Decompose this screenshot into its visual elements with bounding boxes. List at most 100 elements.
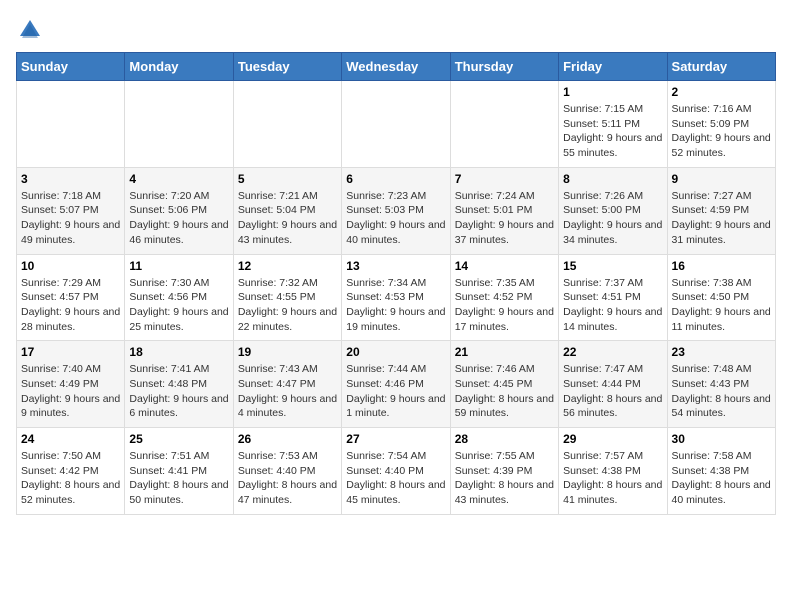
day-info: Sunrise: 7:40 AMSunset: 4:49 PMDaylight:… <box>21 362 120 421</box>
page-header <box>16 16 776 44</box>
day-of-week-header: Monday <box>125 53 233 81</box>
day-number: 23 <box>672 345 771 359</box>
day-of-week-header: Thursday <box>450 53 558 81</box>
day-info: Sunrise: 7:16 AMSunset: 5:09 PMDaylight:… <box>672 102 771 161</box>
calendar-cell: 6 Sunrise: 7:23 AMSunset: 5:03 PMDaylight… <box>342 167 450 254</box>
logo <box>16 16 48 44</box>
day-info: Sunrise: 7:38 AMSunset: 4:50 PMDaylight:… <box>672 276 771 335</box>
calendar-cell: 26 Sunrise: 7:53 AMSunset: 4:40 PMDayligh… <box>233 428 341 515</box>
day-info: Sunrise: 7:30 AMSunset: 4:56 PMDaylight:… <box>129 276 228 335</box>
day-number: 15 <box>563 259 662 273</box>
day-info: Sunrise: 7:47 AMSunset: 4:44 PMDaylight:… <box>563 362 662 421</box>
calendar-header-row: SundayMondayTuesdayWednesdayThursdayFrid… <box>17 53 776 81</box>
day-info: Sunrise: 7:23 AMSunset: 5:03 PMDaylight:… <box>346 189 445 248</box>
day-of-week-header: Tuesday <box>233 53 341 81</box>
calendar-cell: 29 Sunrise: 7:57 AMSunset: 4:38 PMDayligh… <box>559 428 667 515</box>
calendar-cell: 16Sunrise: 7:38 AMSunset: 4:50 PMDayligh… <box>667 254 775 341</box>
day-info: Sunrise: 7:21 AMSunset: 5:04 PMDaylight:… <box>238 189 337 248</box>
day-number: 29 <box>563 432 662 446</box>
calendar-week-row: 10Sunrise: 7:29 AMSunset: 4:57 PMDayligh… <box>17 254 776 341</box>
day-info: Sunrise: 7:15 AMSunset: 5:11 PMDaylight:… <box>563 102 662 161</box>
day-number: 11 <box>129 259 228 273</box>
day-of-week-header: Friday <box>559 53 667 81</box>
calendar-cell: 18Sunrise: 7:41 AMSunset: 4:48 PMDayligh… <box>125 341 233 428</box>
calendar-cell <box>125 81 233 168</box>
day-number: 13 <box>346 259 445 273</box>
calendar-cell: 24 Sunrise: 7:50 AMSunset: 4:42 PMDayligh… <box>17 428 125 515</box>
day-info: Sunrise: 7:54 AMSunset: 4:40 PMDaylight:… <box>346 449 445 508</box>
day-number: 4 <box>129 172 228 186</box>
calendar-cell: 13 Sunrise: 7:34 AMSunset: 4:53 PMDayligh… <box>342 254 450 341</box>
calendar-cell: 22 Sunrise: 7:47 AMSunset: 4:44 PMDayligh… <box>559 341 667 428</box>
calendar-week-row: 1 Sunrise: 7:15 AMSunset: 5:11 PMDaylight… <box>17 81 776 168</box>
day-info: Sunrise: 7:41 AMSunset: 4:48 PMDaylight:… <box>129 362 228 421</box>
day-info: Sunrise: 7:26 AMSunset: 5:00 PMDaylight:… <box>563 189 662 248</box>
calendar-cell <box>233 81 341 168</box>
day-number: 30 <box>672 432 771 446</box>
day-info: Sunrise: 7:53 AMSunset: 4:40 PMDaylight:… <box>238 449 337 508</box>
day-info: Sunrise: 7:20 AMSunset: 5:06 PMDaylight:… <box>129 189 228 248</box>
calendar-cell: 12 Sunrise: 7:32 AMSunset: 4:55 PMDayligh… <box>233 254 341 341</box>
day-number: 24 <box>21 432 120 446</box>
day-info: Sunrise: 7:58 AMSunset: 4:38 PMDaylight:… <box>672 449 771 508</box>
day-number: 28 <box>455 432 554 446</box>
day-number: 9 <box>672 172 771 186</box>
day-number: 2 <box>672 85 771 99</box>
calendar-cell: 11 Sunrise: 7:30 AMSunset: 4:56 PMDayligh… <box>125 254 233 341</box>
calendar-cell: 9Sunrise: 7:27 AMSunset: 4:59 PMDaylight… <box>667 167 775 254</box>
calendar: SundayMondayTuesdayWednesdayThursdayFrid… <box>16 52 776 515</box>
day-info: Sunrise: 7:37 AMSunset: 4:51 PMDaylight:… <box>563 276 662 335</box>
calendar-cell <box>17 81 125 168</box>
day-info: Sunrise: 7:55 AMSunset: 4:39 PMDaylight:… <box>455 449 554 508</box>
day-info: Sunrise: 7:48 AMSunset: 4:43 PMDaylight:… <box>672 362 771 421</box>
day-info: Sunrise: 7:57 AMSunset: 4:38 PMDaylight:… <box>563 449 662 508</box>
day-number: 12 <box>238 259 337 273</box>
day-number: 21 <box>455 345 554 359</box>
calendar-cell: 15 Sunrise: 7:37 AMSunset: 4:51 PMDayligh… <box>559 254 667 341</box>
calendar-cell: 3Sunrise: 7:18 AMSunset: 5:07 PMDaylight… <box>17 167 125 254</box>
calendar-cell: 25 Sunrise: 7:51 AMSunset: 4:41 PMDayligh… <box>125 428 233 515</box>
day-number: 22 <box>563 345 662 359</box>
calendar-week-row: 17 Sunrise: 7:40 AMSunset: 4:49 PMDayligh… <box>17 341 776 428</box>
day-number: 6 <box>346 172 445 186</box>
day-number: 7 <box>455 172 554 186</box>
day-info: Sunrise: 7:43 AMSunset: 4:47 PMDaylight:… <box>238 362 337 421</box>
day-info: Sunrise: 7:46 AMSunset: 4:45 PMDaylight:… <box>455 362 554 421</box>
day-number: 26 <box>238 432 337 446</box>
calendar-cell: 23 Sunrise: 7:48 AMSunset: 4:43 PMDayligh… <box>667 341 775 428</box>
day-info: Sunrise: 7:50 AMSunset: 4:42 PMDaylight:… <box>21 449 120 508</box>
calendar-cell: 5 Sunrise: 7:21 AMSunset: 5:04 PMDaylight… <box>233 167 341 254</box>
day-info: Sunrise: 7:24 AMSunset: 5:01 PMDaylight:… <box>455 189 554 248</box>
calendar-cell: 8 Sunrise: 7:26 AMSunset: 5:00 PMDaylight… <box>559 167 667 254</box>
calendar-cell: 27 Sunrise: 7:54 AMSunset: 4:40 PMDayligh… <box>342 428 450 515</box>
day-number: 5 <box>238 172 337 186</box>
calendar-cell: 20 Sunrise: 7:44 AMSunset: 4:46 PMDayligh… <box>342 341 450 428</box>
day-number: 1 <box>563 85 662 99</box>
day-info: Sunrise: 7:34 AMSunset: 4:53 PMDaylight:… <box>346 276 445 335</box>
day-of-week-header: Sunday <box>17 53 125 81</box>
day-number: 10 <box>21 259 120 273</box>
day-info: Sunrise: 7:44 AMSunset: 4:46 PMDaylight:… <box>346 362 445 421</box>
calendar-cell: 14 Sunrise: 7:35 AMSunset: 4:52 PMDayligh… <box>450 254 558 341</box>
calendar-cell: 17 Sunrise: 7:40 AMSunset: 4:49 PMDayligh… <box>17 341 125 428</box>
day-number: 27 <box>346 432 445 446</box>
calendar-cell: 21 Sunrise: 7:46 AMSunset: 4:45 PMDayligh… <box>450 341 558 428</box>
calendar-cell: 4 Sunrise: 7:20 AMSunset: 5:06 PMDaylight… <box>125 167 233 254</box>
day-number: 8 <box>563 172 662 186</box>
day-number: 20 <box>346 345 445 359</box>
calendar-week-row: 3Sunrise: 7:18 AMSunset: 5:07 PMDaylight… <box>17 167 776 254</box>
day-info: Sunrise: 7:51 AMSunset: 4:41 PMDaylight:… <box>129 449 228 508</box>
day-number: 14 <box>455 259 554 273</box>
calendar-cell <box>342 81 450 168</box>
calendar-cell: 19 Sunrise: 7:43 AMSunset: 4:47 PMDayligh… <box>233 341 341 428</box>
day-info: Sunrise: 7:32 AMSunset: 4:55 PMDaylight:… <box>238 276 337 335</box>
calendar-cell: 10Sunrise: 7:29 AMSunset: 4:57 PMDayligh… <box>17 254 125 341</box>
day-number: 17 <box>21 345 120 359</box>
day-number: 3 <box>21 172 120 186</box>
day-number: 25 <box>129 432 228 446</box>
day-number: 19 <box>238 345 337 359</box>
day-info: Sunrise: 7:35 AMSunset: 4:52 PMDaylight:… <box>455 276 554 335</box>
logo-icon <box>16 16 44 44</box>
calendar-cell: 30 Sunrise: 7:58 AMSunset: 4:38 PMDayligh… <box>667 428 775 515</box>
calendar-cell: 2 Sunrise: 7:16 AMSunset: 5:09 PMDaylight… <box>667 81 775 168</box>
